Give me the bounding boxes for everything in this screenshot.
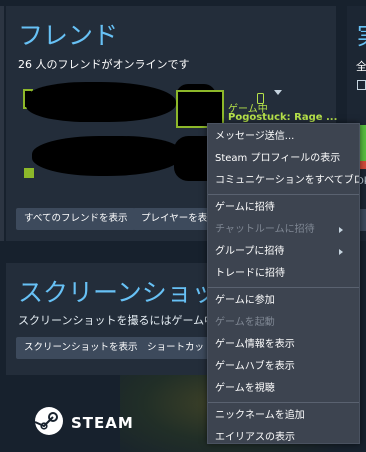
show-screenshots-button[interactable]: スクリーンショットを表示 — [16, 337, 146, 359]
menu-separator — [208, 194, 359, 195]
context-menu-item[interactable]: ゲームに参加 — [208, 290, 359, 312]
context-menu-item[interactable]: メッセージ送信... — [208, 126, 359, 148]
right-panel-title: 実 — [357, 16, 366, 51]
context-menu-item-label: Steam プロフィールの表示 — [215, 153, 341, 164]
friend-avatar[interactable] — [24, 168, 34, 178]
steam-logo-icon — [34, 407, 63, 435]
context-menu-item-label: ゲームを起動 — [215, 317, 275, 328]
context-menu-item[interactable]: Steam プロフィールの表示 — [208, 148, 359, 170]
context-menu-item[interactable]: ゲームに招待 — [208, 197, 359, 219]
redacted-friend-name — [26, 82, 176, 122]
context-menu-item-label: ゲームに参加 — [215, 295, 275, 306]
context-menu-item[interactable]: ゲームを視聴 — [208, 378, 359, 400]
right-panel-checkbox[interactable] — [357, 80, 366, 90]
context-menu-item[interactable]: ゲームハブを表示 — [208, 356, 359, 378]
context-menu-item[interactable]: グループに招待 — [208, 241, 359, 263]
context-menu-item-label: エイリアスの表示 — [215, 432, 295, 443]
chevron-right-icon — [339, 249, 343, 255]
context-menu-item-label: ゲームを視聴 — [215, 383, 275, 394]
menu-separator — [208, 402, 359, 403]
context-menu-item-label: ニックネームを追加 — [215, 410, 305, 421]
menu-separator — [208, 287, 359, 288]
context-menu-item: ゲームを起動 — [208, 312, 359, 334]
context-menu-item[interactable]: コミュニケーションをすべてブロッ... — [208, 170, 359, 192]
context-menu-item[interactable]: ゲーム情報を表示 — [208, 334, 359, 356]
context-menu-item-label: ゲーム情報を表示 — [215, 339, 295, 350]
chevron-down-icon[interactable] — [274, 90, 282, 95]
context-menu-item[interactable]: トレードに招待 — [208, 263, 359, 285]
context-menu-item: チャットルームに招待 — [208, 219, 359, 241]
show-players-button[interactable]: プレイヤーを表示 — [133, 208, 213, 230]
friend-context-menu: メッセージ送信... Steam プロフィールの表示コミュニケーションをすべてブロ… — [207, 123, 360, 444]
friend-ingame-game: Pogostuck: Rage ... — [228, 112, 338, 123]
mobile-phone-icon — [257, 93, 264, 104]
context-menu-item-label: チャットルームに招待 — [215, 224, 315, 235]
friends-title[interactable]: フレンド — [18, 16, 118, 52]
left-edge-panel — [0, 6, 4, 241]
context-menu-item-label: コミュニケーションをすべてブロッ... — [215, 175, 359, 186]
chevron-right-icon — [339, 227, 343, 233]
context-menu-item[interactable]: ニックネームを追加 — [208, 405, 359, 427]
context-menu-item-label: ゲームハブを表示 — [215, 361, 295, 372]
context-menu-item-label: ゲームに招待 — [215, 202, 275, 213]
context-menu-item-label: グループに招待 — [215, 246, 285, 257]
friends-online-count: 26 人のフレンドがオンラインです — [18, 58, 190, 71]
context-menu-item-label: トレードに招待 — [215, 268, 285, 279]
context-menu-item[interactable]: エイリアスの表示 — [208, 427, 359, 449]
steam-logo-text: STEAM — [71, 414, 134, 432]
right-panel-subtitle: 全 — [356, 60, 366, 73]
show-all-friends-button[interactable]: すべてのフレンドを表示 — [16, 208, 136, 230]
redacted-friend-name — [32, 136, 182, 176]
context-menu-item-label: メッセージ送信... — [215, 131, 295, 142]
